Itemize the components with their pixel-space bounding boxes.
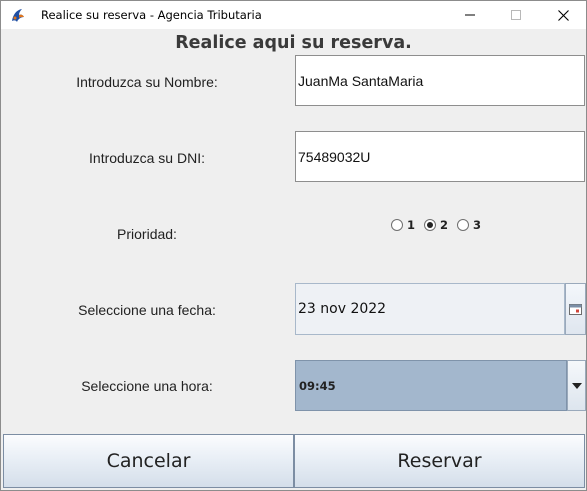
window-title: Realice su reserva - Agencia Tributaria <box>41 8 262 22</box>
time-combobox[interactable]: 09:45 <box>295 360 567 411</box>
reservation-window: Realice su reserva - Agencia Tributaria … <box>0 0 587 491</box>
date-field[interactable]: 23 nov 2022 <box>295 283 565 335</box>
radio-button-icon[interactable] <box>457 219 470 231</box>
radio-button-selected-icon[interactable] <box>424 219 437 231</box>
priority-option-2[interactable]: 2 <box>424 218 448 232</box>
priority-label: Prioridad: <box>117 226 177 242</box>
date-picker-button[interactable] <box>565 283 586 335</box>
minimize-button[interactable] <box>447 1 493 29</box>
priority-option-label: 3 <box>473 218 482 232</box>
cancel-button[interactable]: Cancelar <box>3 434 294 488</box>
priority-radio-group: 1 2 3 <box>391 217 481 233</box>
time-dropdown-button[interactable] <box>567 360 586 411</box>
maximize-button[interactable] <box>493 1 539 29</box>
reserve-button[interactable]: Reservar <box>294 434 585 488</box>
maximize-icon <box>511 10 521 20</box>
dni-label: Introduzca su DNI: <box>89 150 205 166</box>
minimize-icon <box>465 14 475 16</box>
name-label: Introduzca su Nombre: <box>76 74 218 90</box>
close-icon <box>557 9 569 21</box>
close-button[interactable] <box>540 1 586 29</box>
dni-field[interactable]: 75489032U <box>295 131 585 182</box>
priority-option-label: 1 <box>407 218 416 232</box>
form-panel: Realice aqui su reserva. Introduzca su N… <box>1 29 586 490</box>
chevron-down-icon <box>571 382 582 389</box>
time-label: Seleccione una hora: <box>81 378 213 394</box>
title-bar[interactable]: Realice su reserva - Agencia Tributaria <box>1 1 586 29</box>
dni-value: 75489032U <box>298 148 371 165</box>
page-title: Realice aqui su reserva. <box>175 33 412 53</box>
calendar-icon <box>569 303 582 315</box>
name-value: JuanMa SantaMaria <box>298 72 424 89</box>
date-value: 23 nov 2022 <box>298 301 387 317</box>
radio-button-icon[interactable] <box>391 219 403 231</box>
date-label: Seleccione una fecha: <box>78 302 216 318</box>
name-field[interactable]: JuanMa SantaMaria <box>295 55 585 106</box>
priority-option-1[interactable]: 1 <box>391 218 415 232</box>
priority-option-3[interactable]: 3 <box>457 218 481 232</box>
priority-option-label: 2 <box>440 218 449 232</box>
java-app-icon <box>10 7 26 23</box>
time-value: 09:45 <box>299 378 336 393</box>
